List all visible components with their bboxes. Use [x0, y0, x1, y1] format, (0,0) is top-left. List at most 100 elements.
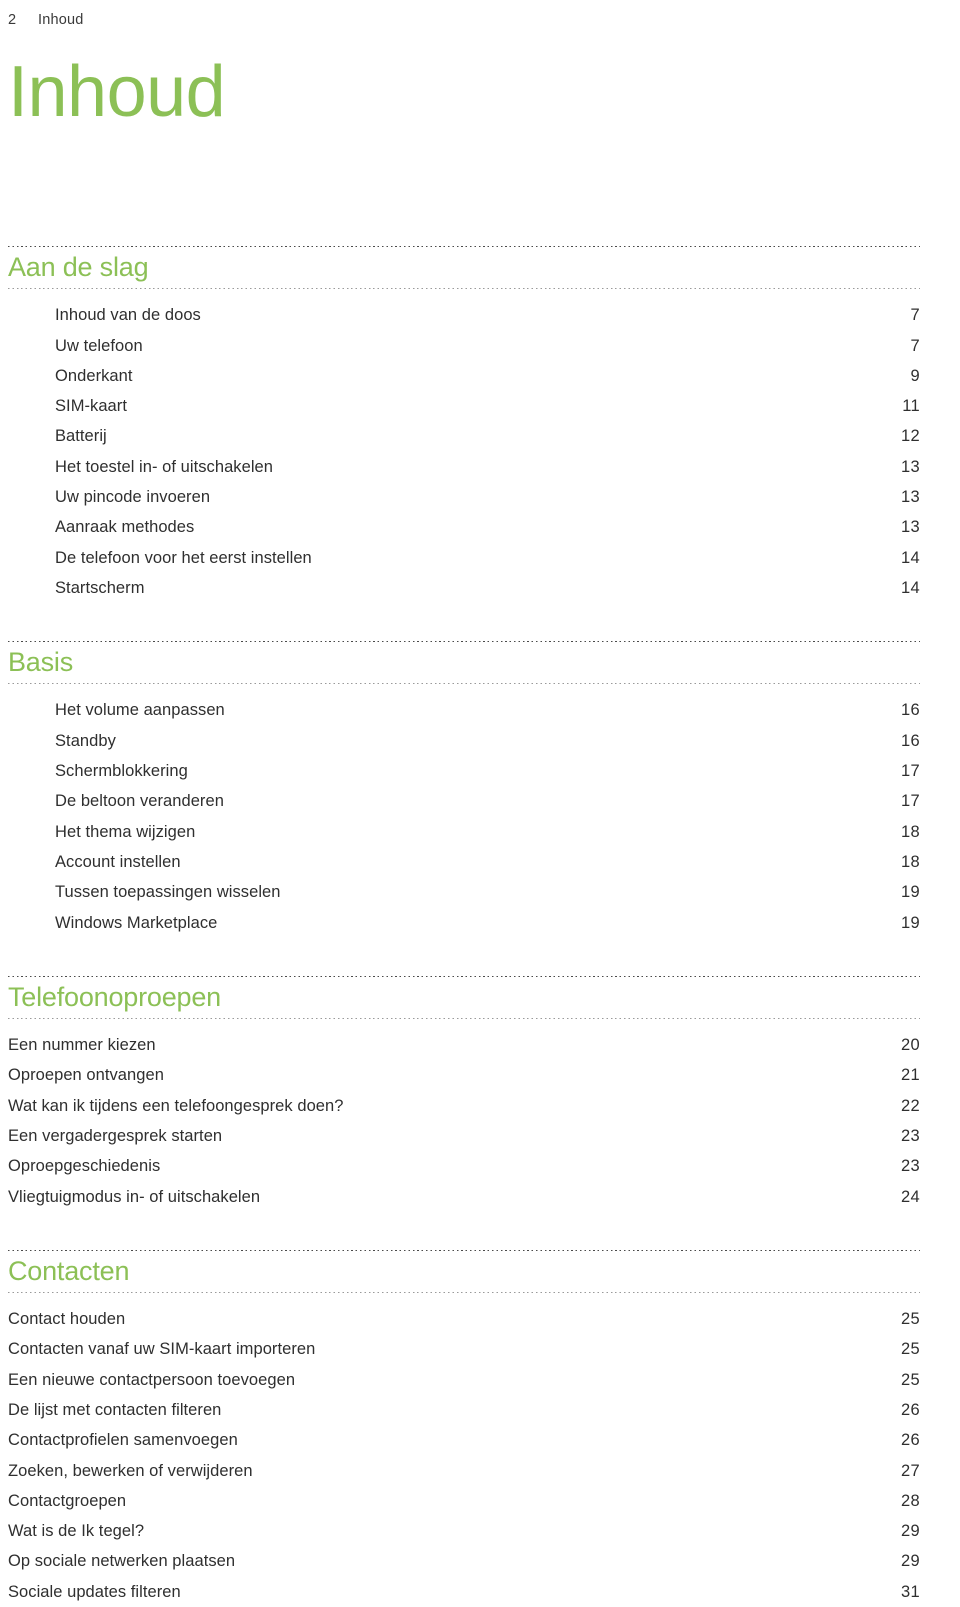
- toc-entry-label: Het thema wijzigen: [55, 822, 196, 841]
- toc-entry[interactable]: Een vergadergesprek starten 23: [8, 1121, 920, 1151]
- toc-entry[interactable]: Een nieuwe contactpersoon toevoegen 25: [8, 1365, 920, 1395]
- toc-entry-page-number: 24: [901, 1187, 920, 1206]
- toc-entry-page-number: 25: [901, 1310, 920, 1329]
- section-heading: Telefoonoproepen: [8, 981, 221, 1012]
- toc-entry-label: Het volume aanpassen: [55, 701, 225, 720]
- toc-entry-page-number: 25: [901, 1340, 920, 1359]
- toc-entry[interactable]: Schermblokkering 17: [55, 756, 920, 786]
- toc-section: Basis Het volume aanpassen 16 Standby 16 Sche…: [8, 641, 920, 938]
- toc-entry-page-number: 18: [901, 852, 920, 871]
- toc-entry-page-number: 16: [901, 731, 920, 750]
- toc-entry-page-number: 16: [901, 701, 920, 720]
- toc-entry-page-number: 12: [901, 427, 920, 446]
- toc-entry-list: Het volume aanpassen 16 Standby 16 Schermblo…: [8, 684, 920, 937]
- toc-entry-label: Account instellen: [55, 852, 181, 871]
- toc-entry-list: Contact houden 25 Contacten vanaf uw SIM-k…: [8, 1293, 920, 1607]
- toc-entry[interactable]: Zoeken, bewerken of verwijderen 27: [8, 1456, 920, 1486]
- toc-entry-label: Sociale updates filteren: [8, 1582, 181, 1601]
- toc-entry[interactable]: Een nummer kiezen 20: [8, 1030, 920, 1060]
- toc-entry-label: Het toestel in- of uitschakelen: [55, 457, 273, 476]
- toc-entry-label: Een nieuwe contactpersoon toevoegen: [8, 1370, 296, 1389]
- toc-entry-page-number: 7: [910, 306, 920, 325]
- toc-entry[interactable]: Vliegtuigmodus in- of uitschakelen 24: [8, 1182, 920, 1212]
- toc-entry-page-number: 20: [901, 1036, 920, 1055]
- toc-entry-page-number: 26: [901, 1431, 920, 1450]
- toc-entry-page-number: 14: [901, 548, 920, 567]
- toc-entry[interactable]: Contactprofielen samenvoegen 26: [8, 1425, 920, 1455]
- toc-entry-page-number: 18: [901, 822, 920, 841]
- toc-entry[interactable]: Contacten vanaf uw SIM-kaart importeren 2…: [8, 1334, 920, 1364]
- toc-entry-label: Zoeken, bewerken of verwijderen: [8, 1461, 253, 1480]
- toc-entry[interactable]: Tussen toepassingen wisselen 19: [55, 877, 920, 907]
- section-heading: Contacten: [8, 1255, 130, 1286]
- toc-entry-page-number: 29: [901, 1552, 920, 1571]
- toc-entry[interactable]: Op sociale netwerken plaatsen 29: [8, 1546, 920, 1576]
- toc-entry[interactable]: Contact houden 25: [8, 1304, 920, 1334]
- toc-entry-label: Uw telefoon: [55, 336, 143, 355]
- toc-entry-page-number: 11: [902, 397, 920, 416]
- toc-entry-label: Windows Marketplace: [55, 913, 218, 932]
- toc-entry-label: Een nummer kiezen: [8, 1036, 156, 1055]
- toc-entry[interactable]: Account instellen 18: [55, 847, 920, 877]
- toc-entry[interactable]: SIM-kaart 11: [55, 391, 920, 421]
- toc-entry-list: Een nummer kiezen 20 Oproepen ontvangen 21 W…: [8, 1019, 920, 1212]
- toc-entry-page-number: 25: [901, 1370, 920, 1389]
- toc-entry[interactable]: Contactgroepen 28: [8, 1486, 920, 1516]
- toc-entry[interactable]: Wat is de Ik tegel? 29: [8, 1516, 920, 1546]
- running-header: 2 Inhoud: [8, 0, 920, 34]
- toc-entry[interactable]: Uw pincode invoeren 13: [55, 482, 920, 512]
- toc-entry-label: Op sociale netwerken plaatsen: [8, 1552, 236, 1571]
- toc-section: Contacten Contact houden 25 Contacten vanaf…: [8, 1249, 920, 1607]
- toc-entry-page-number: 17: [901, 792, 920, 811]
- toc-entry-label: Contactprofielen samenvoegen: [8, 1431, 238, 1450]
- toc-entry[interactable]: Oproepgeschiedenis 23: [8, 1151, 920, 1181]
- toc-entry[interactable]: Batterij 12: [55, 421, 920, 451]
- toc-entry[interactable]: Standby 16: [55, 726, 920, 756]
- toc-entry[interactable]: Aanraak methodes 13: [55, 512, 920, 542]
- toc-entry-label: Contactgroepen: [8, 1491, 127, 1510]
- toc-entry-label: De telefoon voor het eerst instellen: [55, 548, 312, 567]
- toc-entry-label: De lijst met contacten filteren: [8, 1400, 222, 1419]
- toc-entry-label: Inhoud van de doos: [55, 306, 201, 325]
- toc-section: Aan de slag Inhoud van de doos 7 Uw telefoo…: [8, 246, 920, 603]
- toc-entry[interactable]: De lijst met contacten filteren 26: [8, 1395, 920, 1425]
- toc-entry[interactable]: Oproepen ontvangen 21: [8, 1060, 920, 1090]
- toc-entry-page-number: 29: [901, 1522, 920, 1541]
- toc-entry-label: Uw pincode invoeren: [55, 488, 211, 507]
- toc-entry-label: Schermblokkering: [55, 762, 188, 781]
- toc-entry[interactable]: Onderkant 9: [55, 361, 920, 391]
- toc-entry-list: Inhoud van de doos 7 Uw telefoon 7 Onderkant…: [8, 289, 920, 603]
- toc-entry-label: Tussen toepassingen wisselen: [55, 883, 281, 902]
- toc-entry-page-number: 14: [901, 578, 920, 597]
- running-header-title: Inhoud: [38, 12, 84, 28]
- toc-entry-page-number: 28: [901, 1491, 920, 1510]
- toc-entry-page-number: 23: [901, 1126, 920, 1145]
- toc-entry-page-number: 27: [901, 1461, 920, 1480]
- toc-entry[interactable]: De beltoon veranderen 17: [55, 786, 920, 816]
- toc-entry[interactable]: Startscherm 14: [55, 573, 920, 603]
- toc-entry-page-number: 9: [910, 366, 920, 385]
- toc-entry-page-number: 31: [901, 1582, 920, 1601]
- toc-entry[interactable]: De telefoon voor het eerst instellen 14: [55, 543, 920, 573]
- toc-entry[interactable]: Windows Marketplace 19: [55, 908, 920, 938]
- running-header-page-number: 2: [8, 12, 17, 28]
- toc-entry-page-number: 7: [910, 336, 920, 355]
- toc-entry[interactable]: Het thema wijzigen 18: [55, 817, 920, 847]
- section-heading: Basis: [8, 647, 74, 678]
- toc-entry-page-number: 22: [901, 1096, 920, 1115]
- toc-entry-label: Onderkant: [55, 366, 133, 385]
- toc-entry-label: Aanraak methodes: [55, 518, 195, 537]
- toc-entry-page-number: 19: [901, 913, 920, 932]
- toc-entry[interactable]: Het volume aanpassen 16: [55, 695, 920, 725]
- page-title: Inhoud: [8, 52, 226, 132]
- toc-entry[interactable]: Uw telefoon 7: [55, 331, 920, 361]
- toc-entry-label: Batterij: [55, 427, 107, 446]
- toc-entry[interactable]: Inhoud van de doos 7: [55, 300, 920, 330]
- toc-entry[interactable]: Wat kan ik tijdens een telefoongesprek d…: [8, 1091, 920, 1121]
- toc-entry[interactable]: Het toestel in- of uitschakelen 13: [55, 452, 920, 482]
- toc-entry-label: Startscherm: [55, 578, 145, 597]
- document-page: 2 Inhoud Inhoud Aan de slag Inhoud van de…: [0, 0, 960, 1601]
- toc-entry[interactable]: Sociale updates filteren 31: [8, 1577, 920, 1607]
- section-heading: Aan de slag: [8, 252, 149, 282]
- toc-entry-label: SIM-kaart: [55, 397, 127, 416]
